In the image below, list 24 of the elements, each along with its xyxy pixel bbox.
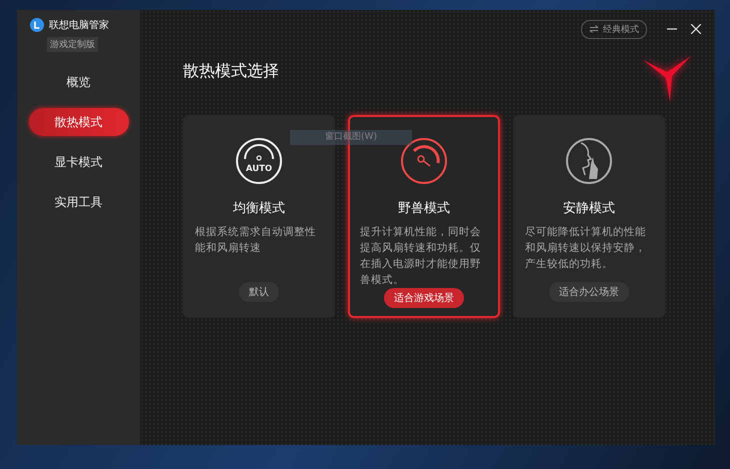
auto-label: AUTO bbox=[246, 164, 272, 174]
mode-tag: 适合办公场景 bbox=[549, 282, 629, 302]
sidebar-item[interactable]: 概览 bbox=[28, 68, 128, 96]
edition-badge: 游戏定制版 bbox=[47, 37, 98, 52]
mode-card[interactable]: 安静模式 尽可能降低计算机的性能和风扇转速以保持安静，产生较低的功耗。 适合办公场景 bbox=[513, 115, 665, 318]
switch-icon bbox=[589, 25, 599, 33]
sidebar-item[interactable]: 实用工具 bbox=[28, 188, 128, 216]
app-name: 联想电脑管家 bbox=[49, 18, 109, 32]
sidebar-item[interactable]: 散热模式 bbox=[28, 108, 128, 136]
classic-mode-button[interactable]: 经典模式 bbox=[581, 20, 647, 38]
close-icon[interactable] bbox=[691, 24, 701, 34]
mode-tag: 适合游戏场景 bbox=[384, 288, 464, 308]
speedometer-icon bbox=[400, 137, 448, 185]
mode-description: 尽可能降低计算机的性能和风扇转速以保持安静，产生较低的功耗。 bbox=[525, 225, 647, 272]
sidebar-item[interactable]: 显卡模式 bbox=[28, 148, 128, 176]
mode-title: 均衡模式 bbox=[233, 200, 285, 217]
page-title: 散热模式选择 bbox=[183, 61, 280, 82]
mode-description: 提升计算机性能，同时会提高风扇转速和功耗。仅在插入电源时才能使用野兽模式。 bbox=[360, 225, 482, 288]
mode-description: 根据系统需求自动调整性能和风扇转速 bbox=[195, 225, 317, 256]
mode-title: 安静模式 bbox=[563, 200, 615, 217]
silent-face-icon bbox=[565, 137, 613, 185]
mode-title: 野兽模式 bbox=[398, 200, 450, 217]
app-logo-icon bbox=[30, 18, 44, 32]
mode-tag: 默认 bbox=[239, 282, 279, 302]
